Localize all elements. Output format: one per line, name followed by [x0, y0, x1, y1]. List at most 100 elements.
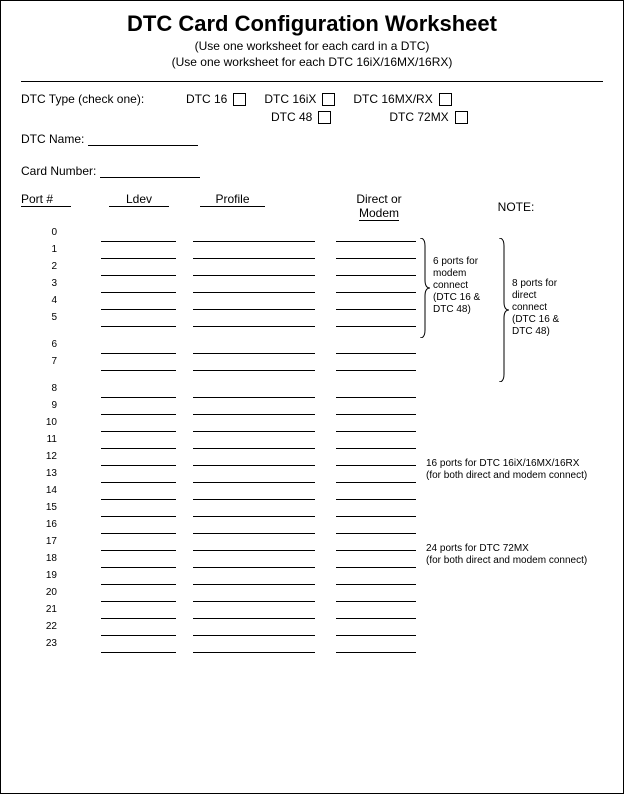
ldev-input[interactable]: [101, 573, 176, 585]
profile-input[interactable]: [193, 247, 315, 259]
ldev-input[interactable]: [101, 590, 176, 602]
ldev-input[interactable]: [101, 247, 176, 259]
ldev-input[interactable]: [101, 437, 176, 449]
profile-input[interactable]: [193, 522, 315, 534]
brace-icon: [498, 238, 510, 382]
port-number: 13: [29, 468, 57, 479]
direct-modem-input[interactable]: [336, 403, 416, 415]
ldev-input[interactable]: [101, 264, 176, 276]
checkbox-dtc72mx[interactable]: [455, 111, 468, 124]
ldev-input[interactable]: [101, 298, 176, 310]
direct-modem-input[interactable]: [336, 230, 416, 242]
ldev-input[interactable]: [101, 471, 176, 483]
checkbox-dtc16mxrx[interactable]: [439, 93, 452, 106]
profile-input[interactable]: [193, 359, 315, 371]
profile-input[interactable]: [193, 624, 315, 636]
ldev-input[interactable]: [101, 420, 176, 432]
dtc-name-input[interactable]: [88, 134, 198, 146]
ldev-input[interactable]: [101, 342, 176, 354]
ldev-input[interactable]: [101, 386, 176, 398]
direct-modem-input[interactable]: [336, 624, 416, 636]
port-number: 19: [29, 570, 57, 581]
port-number: 11: [29, 434, 57, 445]
profile-input[interactable]: [193, 454, 315, 466]
direct-modem-input[interactable]: [336, 573, 416, 585]
col-direct-modem: Direct or Modem: [344, 192, 414, 221]
direct-modem-input[interactable]: [336, 556, 416, 568]
checkbox-dtc16[interactable]: [233, 93, 246, 106]
direct-modem-input[interactable]: [336, 590, 416, 602]
note-8ports: 8 ports for direct connect (DTC 16 & DTC…: [512, 278, 577, 338]
port-number: 3: [29, 278, 57, 289]
direct-modem-input[interactable]: [336, 420, 416, 432]
note-6ports: 6 ports for modem connect (DTC 16 & DTC …: [433, 256, 493, 316]
dtc-type-option-dtc16: DTC 16: [186, 92, 246, 106]
port-number: 10: [29, 417, 57, 428]
direct-modem-input[interactable]: [336, 437, 416, 449]
dtc-type-section: DTC Type (check one): DTC 16 DTC 16iX DT…: [1, 92, 623, 178]
ldev-input[interactable]: [101, 539, 176, 551]
ldev-input[interactable]: [101, 488, 176, 500]
ldev-input[interactable]: [101, 505, 176, 517]
card-number-input[interactable]: [100, 166, 200, 178]
dtc-type-option-dtc16ix: DTC 16iX: [264, 92, 335, 106]
ldev-input[interactable]: [101, 315, 176, 327]
profile-input[interactable]: [193, 298, 315, 310]
direct-modem-input[interactable]: [336, 298, 416, 310]
profile-input[interactable]: [193, 573, 315, 585]
direct-modem-input[interactable]: [336, 247, 416, 259]
direct-modem-input[interactable]: [336, 539, 416, 551]
direct-modem-input[interactable]: [336, 641, 416, 653]
profile-input[interactable]: [193, 264, 315, 276]
checkbox-dtc16ix[interactable]: [322, 93, 335, 106]
direct-modem-input[interactable]: [336, 505, 416, 517]
profile-input[interactable]: [193, 386, 315, 398]
ldev-input[interactable]: [101, 607, 176, 619]
dtc-name-row: DTC Name:: [21, 132, 603, 146]
profile-input[interactable]: [193, 281, 315, 293]
direct-modem-input[interactable]: [336, 342, 416, 354]
direct-modem-input[interactable]: [336, 522, 416, 534]
direct-modem-input[interactable]: [336, 454, 416, 466]
profile-input[interactable]: [193, 488, 315, 500]
ldev-input[interactable]: [101, 522, 176, 534]
profile-input[interactable]: [193, 315, 315, 327]
profile-input[interactable]: [193, 556, 315, 568]
profile-input[interactable]: [193, 230, 315, 242]
ldev-input[interactable]: [101, 230, 176, 242]
port-number: 18: [29, 553, 57, 564]
profile-input[interactable]: [193, 539, 315, 551]
dtc-type-option-dtc72mx: DTC 72MX: [389, 110, 467, 124]
profile-input[interactable]: [193, 420, 315, 432]
ldev-input[interactable]: [101, 281, 176, 293]
column-headers: Port # Ldev Profile Direct or Modem NOTE…: [1, 192, 623, 226]
profile-input[interactable]: [193, 437, 315, 449]
direct-modem-input[interactable]: [336, 315, 416, 327]
direct-modem-input[interactable]: [336, 359, 416, 371]
port-row: 19: [1, 569, 623, 586]
profile-input[interactable]: [193, 403, 315, 415]
note-16ports-a: 16 ports for DTC 16iX/16MX/16RX: [426, 458, 579, 470]
profile-input[interactable]: [193, 505, 315, 517]
port-row: 20: [1, 586, 623, 603]
direct-modem-input[interactable]: [336, 281, 416, 293]
direct-modem-input[interactable]: [336, 471, 416, 483]
ldev-input[interactable]: [101, 556, 176, 568]
profile-input[interactable]: [193, 471, 315, 483]
profile-input[interactable]: [193, 342, 315, 354]
profile-input[interactable]: [193, 641, 315, 653]
direct-modem-input[interactable]: [336, 488, 416, 500]
profile-input[interactable]: [193, 590, 315, 602]
direct-modem-input[interactable]: [336, 607, 416, 619]
ldev-input[interactable]: [101, 624, 176, 636]
ldev-input[interactable]: [101, 403, 176, 415]
ldev-input[interactable]: [101, 359, 176, 371]
profile-input[interactable]: [193, 607, 315, 619]
ldev-input[interactable]: [101, 641, 176, 653]
direct-modem-input[interactable]: [336, 386, 416, 398]
direct-modem-input[interactable]: [336, 264, 416, 276]
port-row: 21: [1, 603, 623, 620]
port-row: 22: [1, 620, 623, 637]
ldev-input[interactable]: [101, 454, 176, 466]
checkbox-dtc48[interactable]: [318, 111, 331, 124]
